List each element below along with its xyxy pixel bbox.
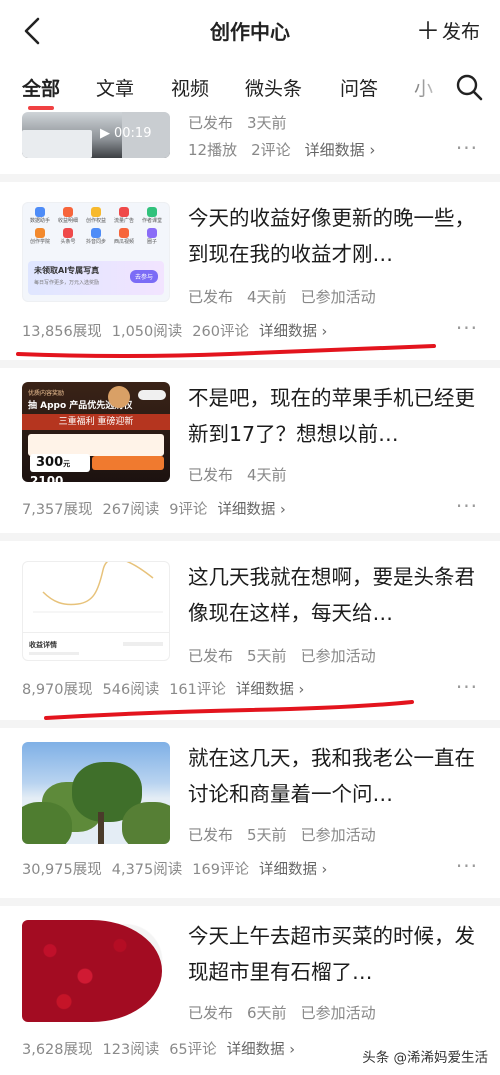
plus-icon: ＋ — [415, 16, 440, 45]
chart-thumbnail: 收益详情 — [22, 561, 170, 661]
item-stats: 30,975展现 4,375阅读 169评论 详细数据 › — [22, 862, 328, 878]
item-meta: 已发布 4天前 — [188, 466, 287, 484]
list-item[interactable]: 优质内容奖励 抽 Appo 产品优先选购权 三重福利 重磅迎新 300元 210… — [0, 368, 500, 540]
tabs-fade — [412, 62, 452, 114]
item-meta: 已发布 3天前 — [188, 114, 287, 132]
publish-label: 发布 — [441, 21, 480, 43]
more-options-icon[interactable]: ··· — [456, 675, 478, 699]
tab-qa[interactable]: 问答 — [340, 74, 378, 101]
pomegranate-photo-thumbnail — [22, 920, 170, 1022]
screenshot-thumbnail: 数据助手 收益明细 创作权益 流量广告 作者课堂 创作学院 头条号 抖音同步 西… — [22, 202, 170, 302]
divider — [0, 174, 500, 182]
detail-data-link[interactable]: 详细数据 › — [217, 502, 285, 518]
promo-thumbnail: 优质内容奖励 抽 Appo 产品优先选购权 三重福利 重磅迎新 300元 210… — [22, 382, 170, 482]
more-options-icon[interactable]: ··· — [456, 316, 478, 340]
divider — [0, 898, 500, 906]
video-duration: ▶ 00:19 — [100, 126, 152, 141]
item-stats: 7,357展现 267阅读 9评论 详细数据 › — [22, 502, 286, 518]
video-thumbnail: ▶ 00:19 — [22, 112, 170, 158]
list-item[interactable]: ▶ 00:19 已发布 3天前 12播放 2评论 详细数据 › ··· — [0, 112, 500, 172]
tree-photo-thumbnail — [22, 742, 170, 844]
item-meta: 已发布 6天前 已参加活动 — [188, 1004, 376, 1022]
item-title[interactable]: 就在这几天，我和我老公一直在讨论和商量着一个问… — [188, 740, 478, 812]
item-stats: 3,628展现 123阅读 65评论 详细数据 › — [22, 1042, 296, 1058]
tab-videos[interactable]: 视频 — [171, 74, 209, 101]
more-options-icon[interactable]: ··· — [456, 494, 478, 518]
item-title[interactable]: 今天的收益好像更新的晚一些，到现在我的收益才刚… — [188, 200, 478, 272]
category-tabs: 全部 文章 视频 微头条 问答 小 — [0, 62, 500, 114]
detail-data-link[interactable]: 详细数据 › — [236, 682, 304, 698]
more-options-icon[interactable]: ··· — [456, 854, 478, 878]
thumb-chart-line — [33, 562, 163, 613]
watermark: 头条 @浠浠妈爱生活 — [362, 1050, 488, 1066]
item-title[interactable]: 不是吧，现在的苹果手机已经更新到17了？想想以前… — [188, 380, 478, 452]
divider — [0, 720, 500, 728]
item-title[interactable]: 这几天我就在想啊，要是头条君像现在这样，每天给… — [188, 559, 478, 631]
thumb-banner: 未领取AI专属写真 每日写作更多，万元入选奖励 去参与 — [28, 261, 164, 295]
list-item[interactable]: 收益详情 这几天我就在想啊，要是头条君像现在这样，每天给… 已发布 5天前 已参加活… — [0, 541, 500, 713]
active-tab-indicator — [28, 106, 54, 110]
item-stats: 12播放 2评论 详细数据 › — [188, 141, 376, 159]
thumb-icon-grid: 数据助手 收益明细 创作权益 流量广告 作者课堂 创作学院 头条号 抖音同步 西… — [23, 203, 169, 245]
top-bar: 创作中心 ＋ 发布 — [0, 0, 500, 62]
item-stats: 13,856展现 1,050阅读 260评论 详细数据 › — [22, 324, 328, 340]
item-meta: 已发布 5天前 已参加活动 — [188, 647, 376, 665]
item-stats: 8,970展现 546阅读 161评论 详细数据 › — [22, 682, 305, 698]
item-title[interactable]: 今天上午去超市买菜的时候，发现超市里有石榴了… — [188, 918, 478, 990]
more-options-icon[interactable]: ··· — [456, 136, 478, 160]
play-icon: ▶ — [100, 126, 110, 141]
item-meta: 已发布 4天前 已参加活动 — [188, 288, 376, 306]
list-item[interactable]: 数据助手 收益明细 创作权益 流量广告 作者课堂 创作学院 头条号 抖音同步 西… — [0, 182, 500, 354]
detail-data-link[interactable]: 详细数据 › — [259, 862, 327, 878]
search-icon[interactable] — [454, 72, 484, 102]
publish-button[interactable]: ＋ 发布 — [416, 17, 480, 44]
detail-data-link[interactable]: 详细数据 › — [259, 324, 327, 340]
tab-micro-posts[interactable]: 微头条 — [245, 74, 302, 101]
tab-all[interactable]: 全部 — [22, 74, 60, 101]
list-item[interactable]: 就在这几天，我和我老公一直在讨论和商量着一个问… 已发布 5天前 已参加活动 30,… — [0, 728, 500, 900]
detail-data-link[interactable]: 详细数据 › — [227, 1042, 295, 1058]
detail-data-link[interactable]: 详细数据 › — [305, 141, 376, 159]
divider — [0, 533, 500, 541]
tab-articles[interactable]: 文章 — [96, 74, 134, 101]
item-meta: 已发布 5天前 已参加活动 — [188, 826, 376, 844]
divider — [0, 360, 500, 368]
